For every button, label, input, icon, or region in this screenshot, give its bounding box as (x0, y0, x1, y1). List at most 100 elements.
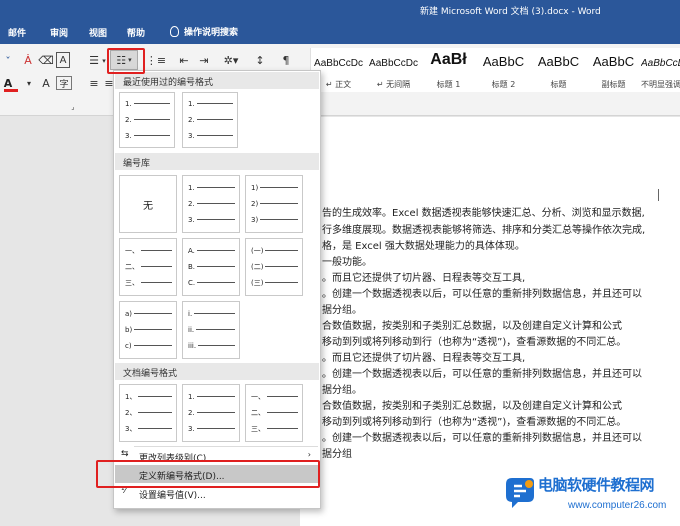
doc-line: 据分组。 (322, 305, 362, 316)
site-watermark: 电脑软硬件教程网 www.computer26.com (502, 470, 680, 526)
document-format-tile[interactable]: 一、 二、 三、 (245, 384, 303, 442)
tile-marker: C. (188, 278, 196, 287)
tile-marker: 2. (188, 408, 195, 417)
doc-line: 告的生成效率。Excel 数据透视表能够快速汇总、分析、浏览和显示数据, (322, 208, 645, 219)
tile-marker: 3. (188, 424, 195, 433)
shrink-font-icon[interactable]: ˇ (2, 54, 14, 68)
decrease-indent-icon[interactable]: ⇤ (176, 52, 192, 68)
define-new-format-highlight (96, 460, 320, 488)
tile-marker: (三) (251, 278, 264, 287)
multilevel-list-icon[interactable]: ⋮≡ (146, 52, 166, 68)
char-border-icon[interactable]: A (56, 52, 70, 68)
doc-line: 移动到列或将列移动到行（也称为“透视”)，查看源数据的不同汇总。 (322, 417, 627, 428)
tile-marker: b) (125, 325, 133, 334)
style-no-spacing[interactable]: AaBbCcDc ↵ 无间隔 (366, 48, 421, 92)
library-format-tile[interactable]: 1. 2. 3. (182, 175, 240, 233)
tile-marker: 1、 (125, 392, 137, 401)
style-preview: AaBbCcDc (314, 58, 363, 69)
style-preview: AaBł (430, 51, 467, 68)
font-color-bar (4, 89, 18, 92)
tile-marker: iii. (188, 341, 197, 350)
tab-mailings[interactable]: 邮件 (8, 26, 26, 39)
tell-me-label: 操作说明搜索 (184, 28, 239, 38)
numbering-button-highlight (107, 48, 145, 74)
style-title[interactable]: AaBbC 标题 (531, 48, 586, 92)
doc-line: 。而且它还提供了切片器、日程表等交互工具, (322, 353, 526, 364)
recent-format-tile[interactable]: 1. 2. 3. (119, 92, 175, 148)
library-format-tile[interactable]: 1) 2) 3) (245, 175, 303, 233)
enclose-char-icon[interactable]: 字 (56, 76, 72, 90)
doc-line: 格，是 Excel 强大数据处理能力的具体体现。 (322, 241, 525, 252)
style-label: 副标题 (601, 80, 626, 89)
tile-marker: c) (125, 341, 132, 350)
style-heading-2[interactable]: AaBbC 标题 2 (476, 48, 531, 92)
tab-review[interactable]: 审阅 (50, 26, 68, 39)
library-format-tile[interactable]: (一) (二) (三) (245, 238, 303, 296)
watermark-title: 电脑软硬件教程网 (538, 476, 655, 494)
style-preview: AaBbCcDc (369, 58, 418, 69)
doc-line: 。创建一个数据透视表以后，可以任意的重新排列数据信息，并且还可以 (322, 433, 642, 444)
tab-help[interactable]: 帮助 (127, 26, 145, 39)
style-preview: AaBbC (537, 54, 580, 69)
tile-marker: i. (188, 309, 193, 318)
document-format-tile[interactable]: 1、 2、 3、 (119, 384, 177, 442)
style-preview: AaBbC (482, 54, 525, 69)
library-format-tile[interactable]: A. B. C. (182, 238, 240, 296)
tile-marker: 2) (251, 199, 259, 208)
sort-icon[interactable]: ↕ (252, 52, 268, 68)
numbering-none-tile[interactable]: 无 (119, 175, 177, 233)
doc-line: 。而且它还提供了切片器、日程表等交互工具, (322, 273, 526, 284)
library-format-tile[interactable]: 一、 二、 三、 (119, 238, 177, 296)
clear-format-icon[interactable]: ⌫ (38, 52, 54, 68)
tile-marker: 2. (188, 199, 195, 208)
tile-marker: 3. (188, 131, 195, 140)
bullets-icon[interactable]: ☰ (86, 52, 102, 68)
recent-formats-header: 最近使用过的编号格式 (115, 72, 319, 89)
doc-line: 。创建一个数据透视表以后，可以任意的重新排列数据信息，并且还可以 (322, 369, 642, 380)
ribbon-tab-bar: 邮件 审阅 视图 帮助 操作说明搜索 (0, 20, 680, 44)
style-preview: AaBbCcDc (641, 58, 680, 69)
style-label: 标题 1 (436, 80, 461, 89)
tile-marker: 三、 (251, 424, 265, 433)
tile-marker: a) (125, 309, 133, 318)
show-marks-icon[interactable]: ¶ (278, 52, 294, 68)
tell-me-search[interactable]: 操作说明搜索 (170, 25, 238, 38)
numbering-library-header: 编号库 (115, 153, 319, 170)
tile-marker: A. (188, 246, 195, 255)
doc-line: 行多维度展现。数据透视表能够将筛选、排序和分类汇总等操作依次完成, (322, 225, 646, 236)
tile-marker: 2. (188, 115, 195, 124)
doc-line: 据分组 (322, 449, 352, 460)
font-color-icon[interactable]: A (2, 76, 14, 90)
increase-indent-icon[interactable]: ⇥ (196, 52, 212, 68)
font-color-dropdown-icon[interactable]: ▾ (24, 76, 34, 90)
style-heading-1[interactable]: AaBł 标题 1 (421, 48, 476, 92)
submenu-arrow-icon: › (307, 450, 311, 459)
document-formats-header: 文档编号格式 (115, 363, 319, 380)
margin-corner-mark (658, 189, 659, 201)
library-format-tile[interactable]: i. ii. iii. (182, 301, 240, 359)
tile-marker: 1. (188, 183, 195, 192)
doc-line: 移动到列或将列移动到行（也称为“透视”)，查看源数据的不同汇总。 (322, 337, 627, 348)
doc-line: 合数值数据，按类别和子类别汇总数据，以及创建自定义计算和公式 (322, 321, 622, 332)
align-left-icon[interactable]: ≡ (86, 76, 102, 90)
style-label: ↵ 无间隔 (376, 80, 411, 89)
change-case-icon[interactable]: Ȧ (20, 52, 36, 68)
style-subtitle[interactable]: AaBbC 副标题 (586, 48, 641, 92)
font-dialog-launcher-icon[interactable]: ⌟ (68, 102, 78, 112)
tile-marker: (一) (251, 246, 264, 255)
document-format-tile[interactable]: 1. 2. 3. (182, 384, 240, 442)
library-format-tile[interactable]: a) b) c) (119, 301, 177, 359)
tile-marker: 1. (188, 99, 195, 108)
tile-marker: 1. (125, 99, 132, 108)
document-page[interactable]: 告的生成效率。Excel 数据透视表能够快速汇总、分析、浏览和显示数据, 行多维… (300, 117, 680, 526)
style-preview: AaBbC (592, 54, 635, 69)
doc-line: 合数值数据，按类别和子类别汇总数据，以及创建自定义计算和公式 (322, 401, 622, 412)
tab-view[interactable]: 视图 (89, 26, 107, 39)
recent-format-tile[interactable]: 1. 2. 3. (182, 92, 238, 148)
chinese-layout-icon[interactable]: ✲▾ (220, 52, 242, 68)
style-subtle-emphasis[interactable]: AaBbCcDc 不明显强调 (641, 48, 680, 92)
tile-marker: B. (188, 262, 196, 271)
tile-marker: 1) (251, 183, 259, 192)
tile-marker: 3. (125, 131, 132, 140)
char-shading-icon[interactable]: A (38, 76, 54, 90)
